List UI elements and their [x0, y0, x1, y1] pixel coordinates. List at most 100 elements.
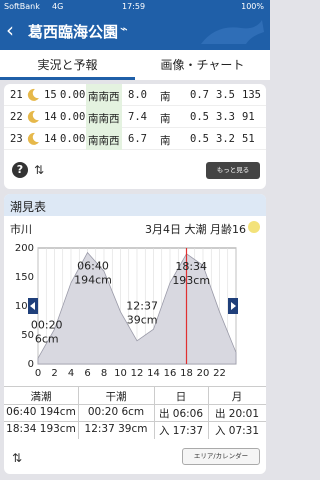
moonrise: 出 20:01 — [214, 408, 260, 420]
wind-dir: 南南西 — [88, 113, 120, 125]
wave-dir: 南 — [160, 135, 171, 147]
tide-section-header: 潮見表 — [4, 194, 266, 216]
y-tick-label: 200 — [15, 243, 34, 254]
header-moon: 月 — [231, 391, 243, 403]
tide-chart: 0501001502000 2 4 6 8 10 12 14 16 18 20 2206:40194c… — [15, 243, 238, 379]
tide-annotation-height: 193cm — [172, 274, 210, 287]
clock: 17:59 — [122, 2, 146, 11]
wave-dir: 南 — [160, 91, 171, 103]
hour: 23 — [10, 133, 23, 145]
tide-section-title: 潮見表 — [10, 200, 47, 214]
tab-images-charts[interactable]: 画像・チャート — [135, 50, 270, 80]
wind-speed: 7.4 — [128, 111, 147, 123]
help-icon[interactable]: ? — [12, 162, 28, 178]
hour: 21 — [10, 89, 23, 101]
battery: 100% — [241, 2, 264, 11]
tide-card: 潮見表 市川 3月4日 大潮 月齢16 0 50 100 150 200 0 2 4 6 8 10 1… — [4, 194, 266, 474]
x-tick-label: 0 — [35, 368, 41, 379]
tide-location: 市川 — [10, 223, 32, 236]
y-tick-label: 0 — [28, 359, 34, 370]
x-tick-label: 2 — [51, 368, 57, 379]
x-tick-label: 16 — [164, 368, 177, 379]
x-tick-label: 4 — [68, 368, 74, 379]
rain: 0.00 — [60, 133, 86, 145]
nav-bar: ‹ 葛西臨海公園 ⌁ — [0, 14, 270, 50]
wave-height: 0.7 — [190, 89, 209, 101]
tab-bar: 実況と予報 画像・チャート — [0, 50, 270, 80]
period: 3.3 — [216, 111, 235, 123]
clip-icon[interactable]: ⌁ — [120, 22, 128, 37]
rain: 0.00 — [60, 111, 86, 123]
swap-icon[interactable]: ⇅ — [12, 451, 22, 465]
x-tick-label: 22 — [213, 368, 226, 379]
moon-icon — [27, 110, 39, 123]
x-tick-label: 6 — [84, 368, 90, 379]
hour: 22 — [10, 111, 23, 123]
table-divider — [4, 404, 266, 405]
x-tick-label: 12 — [131, 368, 144, 379]
wind-speed: 6.7 — [128, 133, 147, 145]
whale-logo-icon — [201, 20, 264, 44]
tide-annotation-height: 194cm — [74, 273, 112, 286]
tide-annotation-height: 6cm — [35, 333, 59, 346]
high-tide-2: 18:34 193cm — [6, 423, 76, 435]
x-tick-label: 8 — [101, 368, 107, 379]
direction-degrees: 51 — [242, 133, 255, 145]
period: 3.5 — [216, 89, 235, 101]
full-moon-icon — [248, 221, 260, 233]
temp: 15 — [44, 89, 57, 101]
tide-annotation-time: 12:37 — [126, 299, 158, 312]
direction-degrees: 91 — [242, 111, 255, 123]
table-divider — [4, 421, 266, 422]
table-row: 22 14 0.00 南南西 7.4 南 0.5 3.3 91 — [4, 106, 266, 128]
table-row: 21 15 0.00 南南西 8.0 南 0.7 3.5 135 — [4, 84, 266, 106]
tide-annotation-time: 18:34 — [175, 260, 207, 273]
tide-annotation-time: 06:40 — [77, 259, 109, 272]
rain: 0.00 — [60, 89, 86, 101]
low-tide-1: 00:20 6cm — [87, 406, 145, 418]
header-high-tide: 満潮 — [30, 391, 52, 403]
back-icon[interactable]: ‹ — [6, 18, 14, 42]
temp: 14 — [44, 111, 57, 123]
wind-dir: 南南西 — [88, 91, 120, 103]
temp: 14 — [44, 133, 57, 145]
wind-dir: 南南西 — [88, 135, 120, 147]
tide-table: 満潮 干潮 日 月 06:40 194cm 00:20 6cm 出 06:06 … — [4, 386, 266, 439]
wind-dir-cell: 南南西 — [86, 84, 122, 106]
area-calendar-button[interactable]: エリア/カレンダー — [182, 448, 260, 465]
tide-annotation-height: 39cm — [127, 313, 158, 326]
moonset: 入 07:31 — [214, 425, 260, 437]
tab-indicator — [0, 77, 135, 80]
x-tick-label: 20 — [197, 368, 210, 379]
page-title: 葛西臨海公園 — [28, 23, 119, 41]
x-tick-label: 18 — [180, 368, 193, 379]
high-tide-1: 06:40 194cm — [6, 406, 76, 418]
wave-dir: 南 — [160, 113, 171, 125]
status-bar: SoftBank 4G 17:59 100% — [0, 0, 270, 14]
wind-dir-cell: 南南西 — [86, 128, 122, 150]
wave-height: 0.5 — [190, 111, 209, 123]
y-tick-label: 50 — [21, 330, 34, 341]
wind-dir-cell: 南南西 — [86, 106, 122, 128]
tab-forecast[interactable]: 実況と予報 — [0, 50, 135, 80]
moon-icon — [27, 132, 39, 145]
forecast-card: 21 15 0.00 南南西 8.0 南 0.7 3.5 135 22 14 0… — [4, 84, 266, 189]
moon-icon — [27, 88, 39, 101]
table-row: 23 14 0.00 南南西 6.7 南 0.5 3.2 51 — [4, 128, 266, 150]
wave-height: 0.5 — [190, 133, 209, 145]
sunrise: 出 06:06 — [158, 408, 204, 420]
x-tick-label: 10 — [114, 368, 127, 379]
sunset: 入 17:37 — [158, 425, 204, 437]
header-low-tide: 干潮 — [105, 391, 127, 403]
tide-annotation-time: 00:20 — [31, 319, 63, 332]
carrier: SoftBank — [4, 2, 40, 11]
period: 3.2 — [216, 133, 235, 145]
direction-degrees: 135 — [242, 89, 261, 101]
header-sun: 日 — [175, 391, 187, 403]
more-button[interactable]: もっと見る — [206, 162, 260, 179]
swap-icon[interactable]: ⇅ — [34, 163, 44, 177]
network: 4G — [52, 2, 64, 11]
tide-date-info: 3月4日 大潮 月齢16 — [145, 223, 246, 236]
wind-speed: 8.0 — [128, 89, 147, 101]
y-tick-label: 150 — [15, 272, 34, 283]
